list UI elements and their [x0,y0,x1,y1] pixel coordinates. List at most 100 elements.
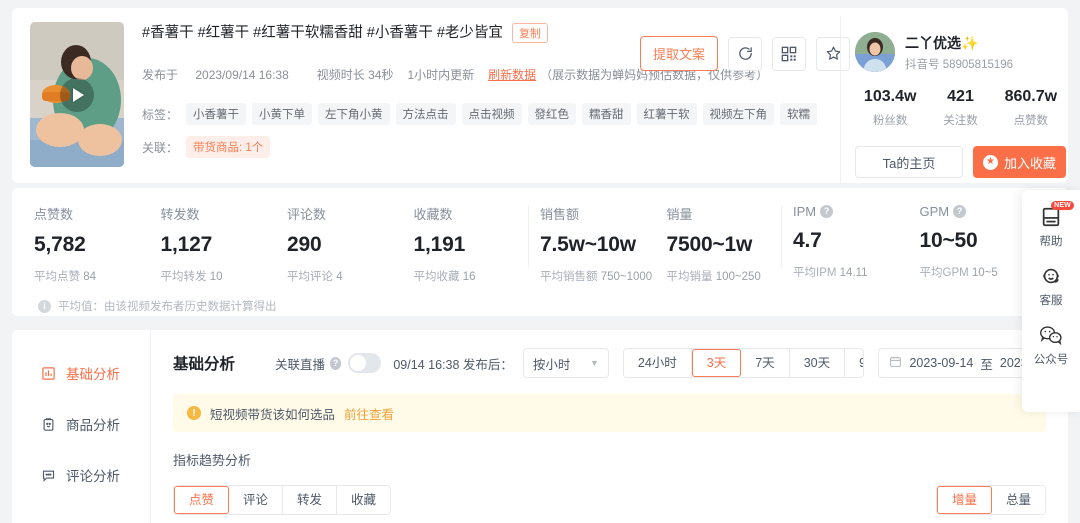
metric-tab-comments[interactable]: 评论 [229,486,283,514]
author-text: 二丫优选✨ 抖音号 58905815196 [905,33,1013,72]
author-stat-following: 421 关注数 [925,88,995,128]
metric-tab-collections[interactable]: 收藏 [337,486,390,514]
widget-wechat[interactable]: 公众号 [1022,322,1080,367]
volume-tab-incremental[interactable]: 增量 [937,486,992,514]
add-to-favorites-button[interactable]: ★ 加入收藏 [973,146,1066,178]
metrics-note: i 平均值：由该视频发布者历史数据计算得出 [38,298,1068,314]
range-option-3d[interactable]: 3天 [692,349,741,377]
star-badge-icon: ★ [983,155,998,170]
widget-help[interactable]: NEW 帮助 [1022,204,1080,249]
help-icon[interactable]: ? [953,205,966,218]
tag-chip[interactable]: 糯香甜 [582,103,631,125]
widget-support[interactable]: 客服 [1022,263,1080,308]
sidebar-item-product-analysis[interactable]: 商品分析 [12,407,150,441]
help-icon[interactable]: ? [820,205,833,218]
extract-copy-button[interactable]: 提取文案 [640,36,718,71]
sidebar-item-label: 基础分析 [66,363,120,383]
sidebar-item-basic-analysis[interactable]: 基础分析 [12,356,150,390]
toggle-knob [350,355,366,371]
analysis-toolbar: 基础分析 关联直播 ? 09/14 16:38 发布后： 按小时 ▼ 24小时 … [173,348,1046,378]
metric-label: IPM ? [793,204,920,219]
tag-chip[interactable]: 發红色 [528,103,577,125]
refresh-data-link[interactable]: 刷新数据 [488,66,536,83]
chevron-down-icon: ▼ [590,358,599,368]
help-icon[interactable]: ? [330,357,341,370]
sidebar-item-comment-analysis[interactable]: 评论分析 [12,458,150,492]
metric-sales-volume: 销量 7500~1w 平均销量 100~250 [667,204,794,284]
metric-sub: 平均IPM 14.11 [793,264,920,280]
new-badge: NEW [1051,201,1074,210]
metric-sub: 平均转发 10 [161,268,288,284]
clipboard-icon [40,416,56,432]
play-button[interactable] [60,78,94,112]
tag-chip[interactable]: 小香薯干 [186,103,246,125]
comment-icon [40,467,56,483]
metric-value: 7500~1w [667,233,794,257]
volume-tab-total[interactable]: 总量 [992,486,1045,514]
author-id: 抖音号 58905815196 [905,56,1013,72]
granularity-value: 按小时 [533,354,571,373]
tip-link[interactable]: 前往查看 [344,404,394,423]
metric-tab-likes[interactable]: 点赞 [174,486,229,514]
metric-label: 销量 [667,204,794,223]
publish-label: 发布于 2023/09/14 16:38 [142,66,303,83]
date-start: 2023-09-14 [909,356,973,370]
author-stats: 103.4w 粉丝数 421 关注数 860.7w 点赞数 [855,88,1066,128]
video-thumbnail[interactable] [30,22,124,167]
tag-chip[interactable]: 点击视频 [462,103,522,125]
stat-value: 860.7w [996,88,1066,106]
tag-chip[interactable]: 小黄下单 [252,103,312,125]
metric-label: 点赞数 [34,204,161,223]
widget-help-label: 帮助 [1022,233,1080,249]
range-option-7d[interactable]: 7天 [741,349,789,377]
live-link-label: 关联直播 [275,354,325,373]
video-action-buttons: 提取文案 [640,36,850,71]
metric-label: 评论数 [287,204,414,223]
add-to-favorites-label: 加入收藏 [1004,153,1056,172]
metric-tab-shares[interactable]: 转发 [283,486,337,514]
metric-ipm: IPM ? 4.7 平均IPM 14.11 [793,204,920,284]
warning-icon: ! [187,406,201,420]
stat-value: 421 [925,88,995,106]
metrics-row: 点赞数 5,782 平均点赞 84 转发数 1,127 平均转发 10 评论数 … [12,204,1068,284]
live-link-toggle[interactable] [348,353,381,373]
metric-sub: 平均点赞 84 [34,268,161,284]
metric-label: 收藏数 [414,204,541,223]
metric-value: 1,127 [161,233,288,257]
duration-label: 视频时长 34秒 [317,66,394,83]
metric-sub: 平均销量 100~250 [667,268,794,284]
metric-sub: 平均销售额 750~1000 [540,268,667,284]
qrcode-icon[interactable] [772,37,806,71]
tag-chip[interactable]: 视频左下角 [703,103,775,125]
tip-banner: ! 短视频带货该如何选品 前往查看 [173,394,1046,432]
analysis-sidebar: 基础分析 商品分析 [12,330,150,523]
metric-tabs: 点赞 评论 转发 收藏 [173,485,391,515]
range-option-30d[interactable]: 30天 [790,349,845,377]
tags-label: 标签： [142,106,178,123]
tag-chip[interactable]: 左下角小黄 [318,103,390,125]
range-option-24h[interactable]: 24小时 [624,349,692,377]
author-panel: 二丫优选✨ 抖音号 58905815196 103.4w 粉丝数 421 关注数… [840,16,1080,191]
range-segmented-control: 24小时 3天 7天 30天 90天 [623,348,865,378]
wechat-icon [1022,322,1080,348]
tag-chip[interactable]: 软糯 [780,103,817,125]
date-range-picker[interactable]: 2023-09-14 至 2023-09-1 [878,348,1046,378]
author-homepage-button[interactable]: Ta的主页 [855,146,963,178]
author-name: 二丫优选✨ [905,33,1013,53]
analysis-content: 基础分析 关联直播 ? 09/14 16:38 发布后： 按小时 ▼ 24小时 … [150,330,1068,523]
granularity-select[interactable]: 按小时 ▼ [523,348,609,378]
related-product-chip[interactable]: 带货商品: 1个 [186,136,270,158]
range-option-90d[interactable]: 90天 [845,349,864,377]
avatar[interactable] [855,32,895,72]
author-header[interactable]: 二丫优选✨ 抖音号 58905815196 [855,32,1066,72]
update-label: 1小时内更新 [407,66,474,83]
copy-title-button[interactable]: 复制 [512,23,548,43]
share-icon[interactable] [728,37,762,71]
sidebar-item-label: 商品分析 [66,414,120,434]
publish-after-label: 09/14 16:38 发布后： [393,354,513,373]
tag-chip[interactable]: 方法点击 [396,103,456,125]
tag-chip[interactable]: 红薯干软 [637,103,697,125]
metric-value: 5,782 [34,233,161,257]
metric-sales-amount: 销售额 7.5w~10w 平均销售额 750~1000 [540,204,667,284]
sidebar-item-label: 评论分析 [66,465,120,485]
